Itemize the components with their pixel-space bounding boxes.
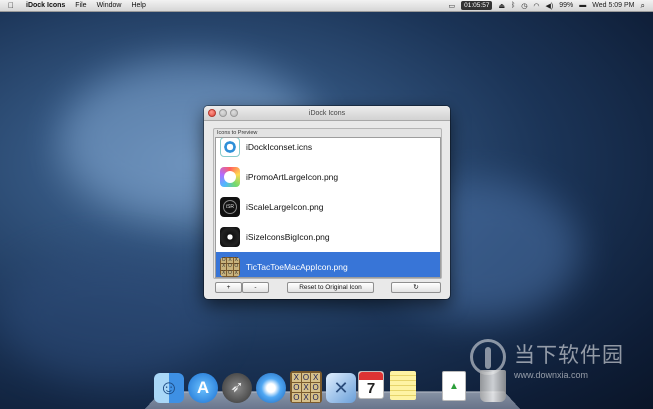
menu-clock[interactable]: Wed 5:09 PM xyxy=(592,2,634,9)
idock-icon xyxy=(220,138,240,157)
app-store-icon[interactable] xyxy=(188,373,218,403)
preview-file-icon[interactable] xyxy=(442,371,466,401)
wifi-icon[interactable]: ◠ xyxy=(533,2,539,10)
ipromo-icon xyxy=(220,167,240,187)
watermark-url: www.downxia.com xyxy=(514,370,589,380)
launchpad-icon[interactable] xyxy=(222,373,252,403)
eject-icon[interactable]: ⏏ xyxy=(498,2,505,10)
menu-help[interactable]: Help xyxy=(131,2,145,9)
list-item-label: iScaleLargeIcon.png xyxy=(246,202,324,212)
tictactoe-dock-icon[interactable]: XOXOXOOXO xyxy=(290,371,322,403)
trash-icon[interactable] xyxy=(480,370,506,402)
safari-icon[interactable] xyxy=(256,373,286,403)
list-item[interactable]: iScaleLargeIcon.png xyxy=(216,192,440,222)
window-title: iDock Icons xyxy=(308,110,346,117)
remove-icon-button[interactable]: - xyxy=(242,282,269,293)
xcode-icon[interactable] xyxy=(326,373,356,403)
watermark-text: 当下软件园 xyxy=(514,343,624,367)
calendar-icon[interactable]: 7 xyxy=(358,371,384,399)
spotlight-search-icon[interactable]: ⌕ xyxy=(641,1,645,11)
battery-icon[interactable]: ▬ xyxy=(579,2,586,9)
idock-icons-window: iDock Icons Icons to Preview iDockIconse… xyxy=(204,106,450,299)
volume-icon[interactable]: ◀) xyxy=(546,2,554,10)
iscale-icon xyxy=(220,197,240,217)
add-icon-button[interactable]: + xyxy=(215,282,242,293)
icons-group-box: Icons to Preview iDockIconset.icns iProm… xyxy=(213,128,442,279)
list-item[interactable]: iDockIconset.icns xyxy=(216,138,440,162)
group-label: Icons to Preview xyxy=(217,130,258,136)
bluetooth-icon[interactable]: ᛒ xyxy=(511,2,515,9)
list-item[interactable]: iSizeIconsBigIcon.png xyxy=(216,222,440,252)
refresh-button[interactable]: ↻ xyxy=(391,282,441,293)
isize-icon xyxy=(220,227,240,247)
menu-app-name[interactable]: iDock Icons xyxy=(26,2,65,9)
menu-file[interactable]: File xyxy=(75,2,86,9)
tictactoe-icon: OXXXOOXOX xyxy=(220,257,240,277)
time-machine-icon[interactable]: ◷ xyxy=(521,2,527,10)
stickies-icon[interactable] xyxy=(390,371,416,400)
list-item[interactable]: iPromoArtLargeIcon.png xyxy=(216,162,440,192)
display-icon[interactable]: ▭ xyxy=(449,2,456,10)
reset-original-icon-button[interactable]: Reset to Original Icon xyxy=(287,282,374,293)
window-titlebar[interactable]: iDock Icons xyxy=(204,106,450,121)
list-item-selected[interactable]: OXXXOOXOX TicTacToeMacAppIcon.png xyxy=(216,252,440,277)
finder-icon[interactable] xyxy=(154,373,184,403)
calendar-day: 7 xyxy=(366,380,376,397)
list-item-label: iPromoArtLargeIcon.png xyxy=(246,172,339,182)
dock: XOXOXOOXO 7 xyxy=(150,366,520,406)
timer-readout[interactable]: 01:05:57 xyxy=(461,1,493,10)
icons-list[interactable]: iDockIconset.icns iPromoArtLargeIcon.png… xyxy=(215,137,441,278)
menu-window[interactable]: Window xyxy=(97,2,122,9)
apple-menu-icon[interactable]:  xyxy=(8,1,18,10)
button-bar: + - Reset to Original Icon ↻ xyxy=(213,282,442,294)
battery-percent[interactable]: 99% xyxy=(559,2,573,9)
list-item-label: TicTacToeMacAppIcon.png xyxy=(246,262,348,272)
list-item-label: iSizeIconsBigIcon.png xyxy=(246,232,330,242)
menu-bar:  iDock Icons File Window Help ▭ 01:05:5… xyxy=(0,0,653,12)
list-item-label: iDockIconset.icns xyxy=(246,142,313,152)
